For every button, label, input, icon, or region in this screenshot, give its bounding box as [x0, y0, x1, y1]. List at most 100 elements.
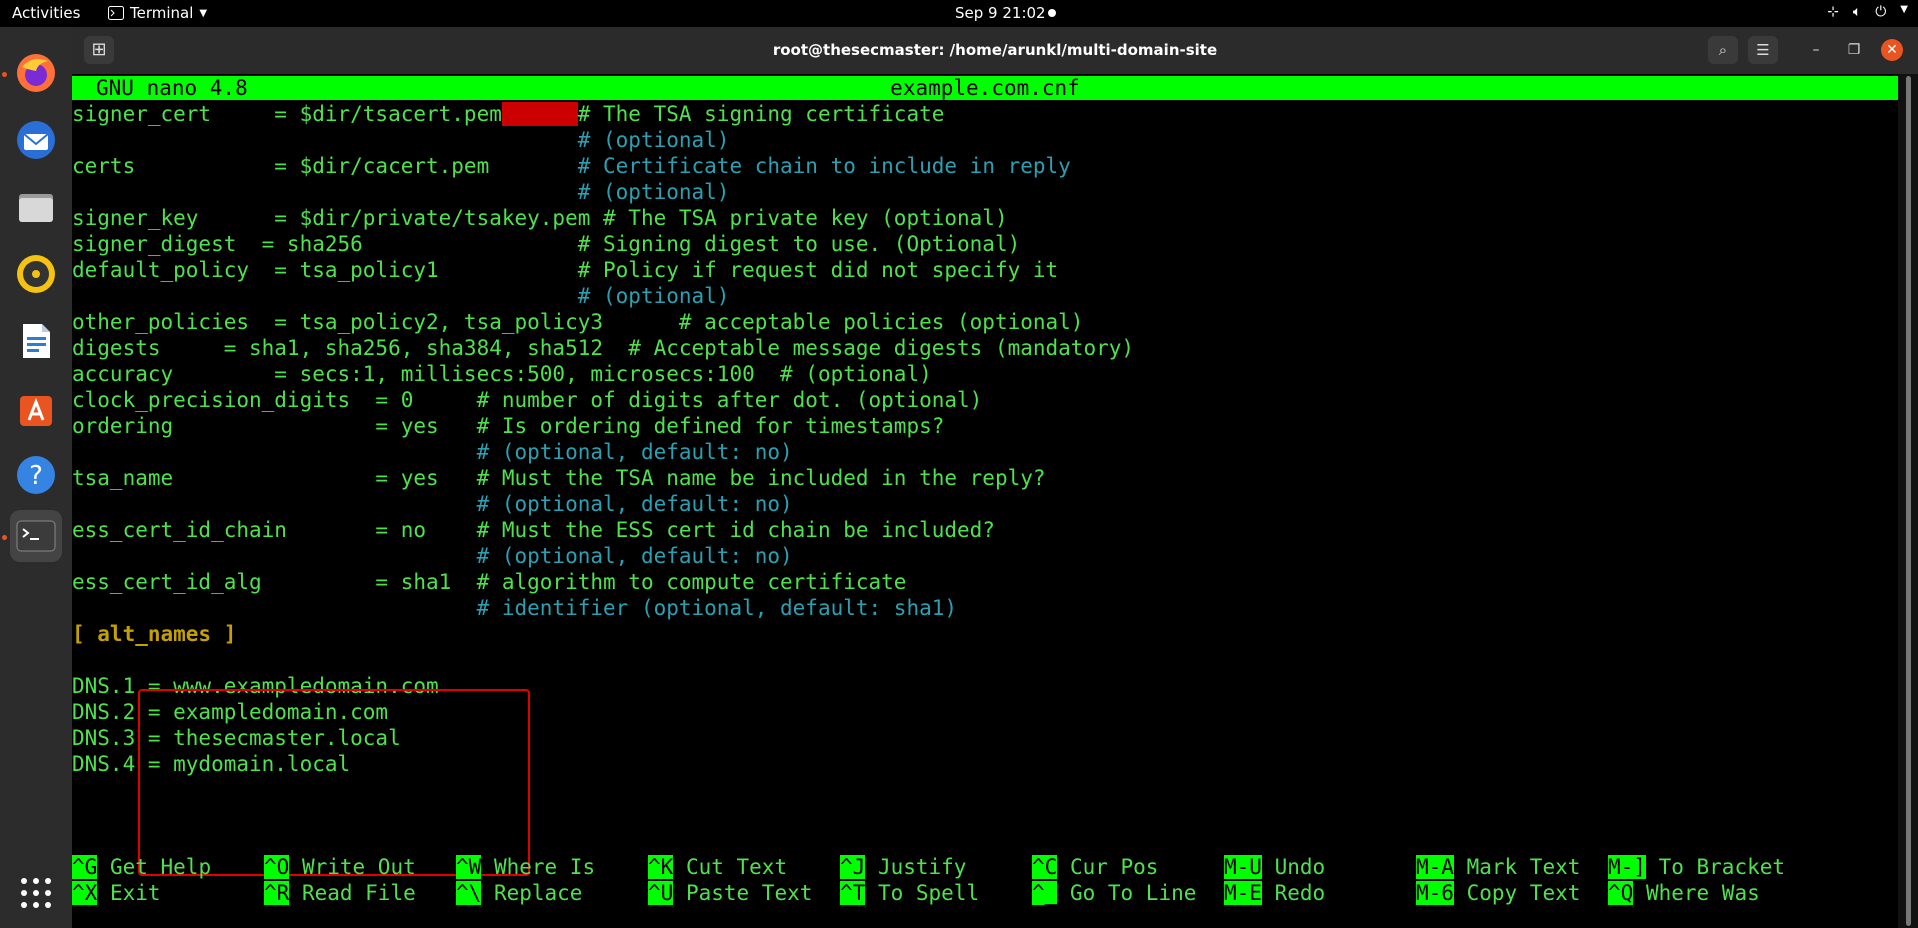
terminal-app-icon [108, 6, 124, 20]
shortcut-label: Justify [865, 855, 967, 879]
close-button[interactable]: ✕ [1881, 39, 1903, 61]
line-text: accuracy = secs:1, millisecs:500, micros… [72, 362, 932, 386]
shortcut-label: Get Help [97, 855, 212, 879]
app-menu[interactable]: Terminal ▼ [108, 4, 207, 22]
shortcut-item: M-E Redo [1224, 880, 1325, 906]
line-text: ordering = yes # Is ordering defined for… [72, 414, 945, 438]
shortcut-label: Cur Pos [1057, 855, 1159, 879]
window-titlebar[interactable]: ⊞ root@thesecmaster: /home/arunkl/multi-… [72, 27, 1918, 74]
line-text: [ alt_names ] [72, 622, 237, 646]
minimize-button[interactable]: – [1805, 39, 1827, 61]
shortcut-key: ^_ [1032, 881, 1058, 905]
line-text [72, 492, 477, 516]
line-comment: # (optional, default: no) [476, 544, 793, 568]
shortcut-item: ^K Cut Text [648, 854, 787, 880]
line-text: ess_cert_id_alg = sha1 # algorithm to co… [72, 570, 907, 594]
shortcut-item: ^Q Where Was [1608, 880, 1760, 906]
shortcut-key: ^R [264, 881, 290, 905]
editor-content[interactable]: signer_cert = $dir/tsacert.pem # The TSA… [72, 101, 1134, 777]
scrollbar[interactable] [1898, 74, 1918, 928]
shortcut-key: M-] [1608, 855, 1646, 879]
shortcut-key: ^K [648, 855, 674, 879]
nano-filename: example.com.cnf [890, 76, 1080, 100]
files-icon [19, 194, 53, 222]
shortcut-label: Paste Text [673, 881, 813, 905]
shortcut-key: M-6 [1416, 881, 1454, 905]
dock-help[interactable]: ? [10, 449, 62, 501]
dock-ubuntu-software[interactable] [10, 382, 62, 434]
notification-dot-icon [1048, 9, 1056, 17]
line-comment: # (optional, default: no) [476, 440, 793, 464]
rhythmbox-icon [17, 255, 55, 293]
shortcut-item: ^\ Replace [456, 880, 582, 906]
dock-terminal[interactable] [10, 510, 62, 562]
chevron-down-icon: ▼ [199, 7, 208, 19]
shortcut-key: M-E [1224, 881, 1262, 905]
line-comment: # (optional, default: no) [476, 492, 793, 516]
libreoffice-writer-icon [23, 324, 50, 358]
shortcut-label: Write Out [289, 855, 416, 879]
shortcut-label: Where Was [1633, 881, 1760, 905]
highlight-box [138, 689, 530, 876]
shortcut-key: ^U [648, 881, 674, 905]
activities-button[interactable]: Activities [12, 4, 80, 22]
shortcut-key: M-A [1416, 855, 1454, 879]
shortcut-label: To Spell [865, 881, 980, 905]
shortcut-item: M-6 Copy Text [1416, 880, 1580, 906]
shortcut-label: Where Is [481, 855, 596, 879]
restore-button[interactable]: ❐ [1843, 39, 1865, 61]
shortcut-key: ^G [72, 855, 98, 879]
editor-line: [ alt_names ] [72, 621, 1134, 647]
dock-files[interactable] [10, 181, 62, 233]
editor-line: ordering = yes # Is ordering defined for… [72, 413, 1134, 439]
search-button[interactable]: ⌕ [1708, 36, 1738, 64]
chevron-down-icon: ▼ [1900, 4, 1908, 15]
power-icon: ⏻ [1875, 4, 1887, 20]
shortcut-item: M-U Undo [1224, 854, 1325, 880]
shortcut-label: Exit [97, 881, 161, 905]
shortcut-key: ^\ [456, 881, 482, 905]
line-text: default_policy = tsa_policy1 # Policy if… [72, 258, 1059, 282]
editor-line: signer_key = $dir/private/tsakey.pem # T… [72, 205, 1134, 231]
editor-line: default_policy = tsa_policy1 # Policy if… [72, 257, 1134, 283]
scrollbar-thumb[interactable] [1906, 76, 1911, 926]
dock-rhythmbox[interactable] [10, 248, 62, 300]
line-comment: # (optional) [577, 180, 730, 204]
window-title: root@thesecmaster: /home/arunkl/multi-do… [772, 41, 1218, 59]
terminal-area[interactable]: GNU nano 4.8 example.com.cnf signer_cert… [72, 74, 1918, 928]
dock-thunderbird[interactable] [10, 114, 62, 166]
line-comment: # (optional) [577, 284, 730, 308]
hamburger-icon: ☰ [1756, 41, 1770, 59]
line-text [72, 128, 578, 152]
shortcut-key: ^W [456, 855, 482, 879]
shortcut-key: ^Q [1608, 881, 1634, 905]
editor-line: # (optional, default: no) [72, 543, 1134, 569]
shortcut-key: M-U [1224, 855, 1262, 879]
shortcut-label: To Bracket [1645, 855, 1786, 879]
volume-icon: 🔈︎ [1852, 4, 1862, 20]
nano-shortcut-bar: ^G Get Help ^X Exit ^O Write Out ^R Read Fi… [72, 854, 1898, 910]
dock-libreoffice-writer[interactable] [10, 315, 62, 367]
system-tray[interactable]: ⊹ 🔈︎ ⏻ ▼ [1827, 4, 1908, 20]
show-applications-button[interactable] [10, 867, 62, 919]
dock-firefox[interactable] [10, 47, 62, 99]
editor-line: ess_cert_id_chain = no # Must the ESS ce… [72, 517, 1134, 543]
ubuntu-software-icon [20, 396, 52, 426]
line-text: other_policies = tsa_policy2, tsa_policy… [72, 310, 1084, 334]
terminal-icon [16, 520, 56, 552]
line-text [72, 596, 477, 620]
menu-button[interactable]: ☰ [1748, 36, 1778, 64]
shortcut-label: Read File [289, 881, 416, 905]
editor-line: other_policies = tsa_policy2, tsa_policy… [72, 309, 1134, 335]
clock[interactable]: Sep 9 21:02 [955, 4, 1046, 22]
line-text [72, 284, 578, 308]
shortcut-label: Undo [1261, 855, 1326, 879]
network-icon: ⊹ [1827, 4, 1839, 20]
shortcut-label: Replace [481, 881, 583, 905]
shortcut-item: ^_ Go To Line [1032, 880, 1196, 906]
shortcut-item: ^X Exit [72, 880, 161, 906]
shortcut-label: Copy Text [1453, 881, 1581, 905]
shortcut-item: ^U Paste Text [648, 880, 812, 906]
shortcut-item: ^C Cur Pos [1032, 854, 1158, 880]
